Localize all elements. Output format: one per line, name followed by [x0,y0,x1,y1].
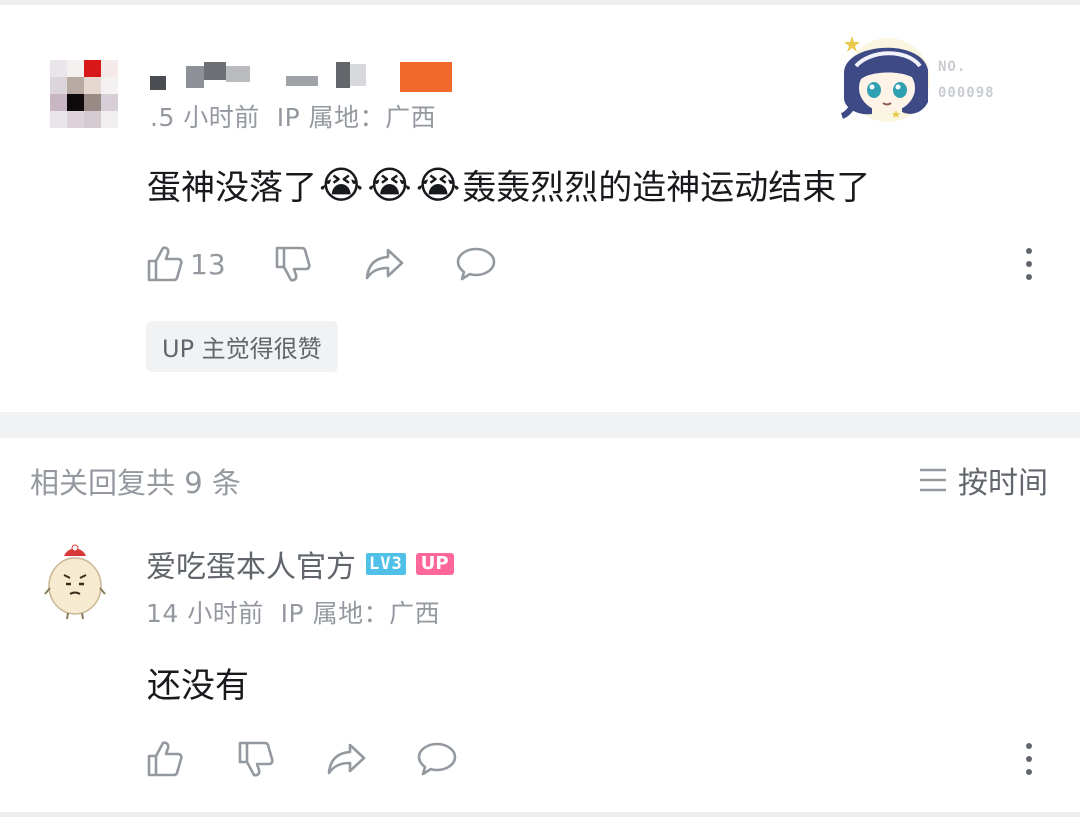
comment-time: .5 小时前 [150,103,260,132]
like-count: 13 [190,247,226,281]
replies-count-header: 相关回复共 9 条 [30,466,241,500]
share-icon [327,743,366,775]
avatar[interactable] [50,60,118,128]
reply-like-button[interactable] [146,739,184,779]
thumbs-down-icon [275,246,311,282]
sort-menu-icon [920,468,946,492]
more-options-button[interactable] [1026,248,1032,280]
username-blurred[interactable] [150,60,460,94]
comment-icon [417,742,457,776]
reply-location: IP 属地：广西 [280,599,441,628]
comment-meta: .5 小时前 IP 属地：广西 [150,98,436,134]
reply-comment-button[interactable] [416,741,458,777]
share-icon [365,248,404,280]
reply-more-options-button[interactable] [1026,743,1032,775]
section-divider [0,412,1080,438]
comment-location: IP 属地：广西 [276,103,437,132]
reply-share-button[interactable] [326,741,368,777]
reply-dislike-button[interactable] [237,739,275,779]
level-badge: LV3 [366,553,406,575]
thumbs-up-icon [147,246,183,282]
reply-meta: 14 小时前 IP 属地：广西 [146,594,440,630]
comment-icon [456,247,496,281]
reply-username[interactable]: 爱吃蛋本人官方 [146,542,356,586]
crying-emoji-icon: 😭 [367,162,412,207]
more-icon [1026,248,1032,254]
comment-text: 蛋神没落了 😭 😭 😭 轰轰烈烈的造神运动结束了 [147,162,871,209]
reply-text: 还没有 [147,666,249,706]
up-liked-tag: UP 主觉得很赞 [146,321,338,372]
egg-avatar-icon[interactable] [44,542,106,620]
share-button[interactable] [364,246,406,282]
crying-emoji-icon: 😭 [319,162,364,207]
top-divider [0,0,1080,5]
sticker-number: NO. 000098 [938,59,995,101]
dislike-button[interactable] [274,244,312,284]
thumbs-down-icon [238,741,274,777]
reply-time: 14 小时前 [146,599,264,628]
reply-button[interactable] [455,246,497,282]
sticker-avatar-icon [840,36,930,122]
thumbs-up-icon [147,741,183,777]
like-button[interactable]: 13 [146,244,226,284]
sort-by-time-button[interactable]: 按时间 [918,458,1048,502]
sort-label: 按时间 [958,466,1048,501]
bottom-divider [0,812,1080,817]
reply-username-row: 爱吃蛋本人官方 LV3 UP [146,542,454,586]
more-icon [1026,743,1032,749]
up-badge: UP [415,553,454,575]
crying-emoji-icon: 😭 [415,162,461,207]
